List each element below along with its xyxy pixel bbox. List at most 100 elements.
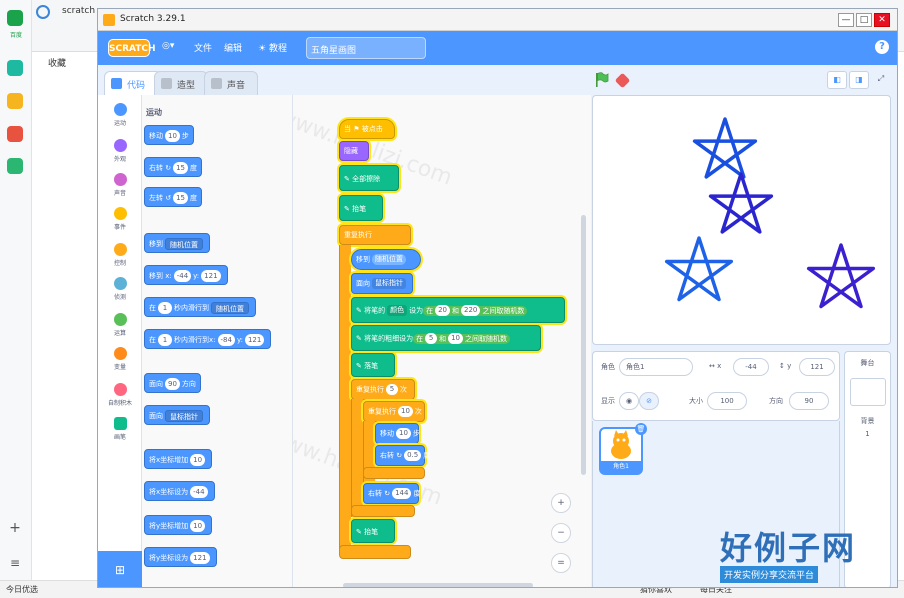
size-input[interactable]: 100 xyxy=(707,392,747,410)
menu-icon[interactable]: ≡ xyxy=(7,556,23,572)
palette-block-point-towards[interactable]: 面向 鼠标指针 xyxy=(144,405,210,425)
block-dropdown[interactable]: 随机位置 xyxy=(372,254,406,265)
category-events[interactable]: 事件 xyxy=(98,203,142,237)
project-title-input[interactable]: 五角星画图 xyxy=(306,37,426,59)
stage-thumbnail[interactable] xyxy=(849,378,886,406)
block-dropdown[interactable]: 鼠标指针 xyxy=(165,410,203,422)
category-operators[interactable]: 运算 xyxy=(98,309,142,343)
palette-block-glide-xy[interactable]: 在 1 秒内滑行到x: -84 y: 121 xyxy=(144,329,272,349)
script-horizontal-scrollbar[interactable] xyxy=(343,583,533,587)
script-block-hide[interactable]: 隐藏 xyxy=(339,141,369,161)
sprite-name-input[interactable]: 角色1 xyxy=(619,358,693,376)
game-icon[interactable] xyxy=(7,126,23,142)
block-input[interactable]: 5 xyxy=(425,333,438,344)
green-flag-icon[interactable] xyxy=(595,72,609,88)
sprite-thumbnail[interactable]: 角色1 🗑 xyxy=(599,423,647,475)
palette-block-goto-xy[interactable]: 移到 x: -44 y: 121 xyxy=(144,265,228,285)
category-control[interactable]: 控制 xyxy=(98,239,142,273)
random-operator[interactable]: 在 20 和 220 之间取随机数 xyxy=(423,305,528,316)
category-motion[interactable]: 运动 xyxy=(98,99,142,133)
block-input[interactable]: 20 xyxy=(435,305,451,316)
block-input[interactable]: 5 xyxy=(386,384,398,395)
tab-costumes[interactable]: 造型 xyxy=(154,71,208,95)
close-button[interactable]: ✕ xyxy=(874,13,890,27)
block-input[interactable]: 121 xyxy=(190,552,210,564)
add-icon[interactable]: + xyxy=(7,520,23,536)
show-visible-toggle[interactable]: ◉ xyxy=(619,392,639,410)
category-sensing[interactable]: 侦测 xyxy=(98,273,142,307)
script-area[interactable]: www.haolizi.com www.haolizi.com www.haol… xyxy=(293,95,591,587)
menu-tutorials[interactable]: ☀ 教程 xyxy=(258,41,287,54)
fullscreen-icon[interactable]: ⤢ xyxy=(871,71,891,89)
script-block-point-towards[interactable]: 面向 鼠标指针 xyxy=(351,273,413,294)
palette-block-turn-left[interactable]: 左转 ↺ 15 度 xyxy=(144,187,203,207)
hide-visible-toggle[interactable]: ⊘ xyxy=(639,392,659,410)
script-block-move[interactable]: 移动 10 步 xyxy=(375,423,420,444)
block-input[interactable]: 1 xyxy=(158,334,172,346)
tab-sounds[interactable]: 声音 xyxy=(204,71,258,95)
zoom-out-button[interactable]: − xyxy=(551,523,571,543)
palette-block-glide[interactable]: 在 1 秒内滑行到 随机位置 xyxy=(144,297,256,317)
block-input[interactable]: 10 xyxy=(190,454,206,466)
block-input[interactable]: 144 xyxy=(392,488,412,499)
maximize-button[interactable]: □ xyxy=(856,13,872,27)
block-input[interactable]: 90 xyxy=(165,378,180,390)
script-block-repeat-5[interactable]: 重复执行 5 次 xyxy=(351,379,415,400)
bookmark-item[interactable]: 收藏 xyxy=(48,56,66,69)
category-my-blocks[interactable]: 自制积木 xyxy=(98,379,142,413)
zoom-in-button[interactable]: + xyxy=(551,493,571,513)
script-block-repeat-10[interactable]: 重复执行 10 次 xyxy=(363,401,425,422)
block-input[interactable]: 121 xyxy=(201,270,221,282)
language-globe-icon[interactable]: ◎▾ xyxy=(162,41,174,51)
app-icon[interactable] xyxy=(7,60,23,76)
trash-icon[interactable]: 🗑 xyxy=(635,423,647,435)
script-block-clear[interactable]: ✎ 全部擦除 xyxy=(339,165,399,191)
script-block-set-pen-color[interactable]: ✎ 将笔的 颜色 设为在 20 和 220 之间取随机数 xyxy=(351,297,565,323)
script-block-pen-up-2[interactable]: ✎ 抬笔 xyxy=(351,519,395,543)
stop-icon[interactable] xyxy=(614,72,631,89)
browser-tab[interactable]: scratch xyxy=(62,6,95,22)
script-block-pen-down[interactable]: ✎ 落笔 xyxy=(351,353,395,377)
script-block-turn-right-144[interactable]: 右转 ↻ 144 度 xyxy=(363,483,420,504)
block-input[interactable]: 10 xyxy=(396,428,411,439)
block-dropdown[interactable]: 颜色 xyxy=(387,305,408,316)
script-block-forever[interactable]: 重复执行 xyxy=(339,225,411,245)
status-item[interactable]: 今日优选 xyxy=(6,584,38,595)
palette-block-point-direction[interactable]: 面向 90 方向 xyxy=(144,373,201,393)
large-stage-button[interactable]: ◨ xyxy=(849,71,869,89)
palette-block-turn-right[interactable]: 右转 ↻ 15 度 xyxy=(144,157,203,177)
palette-block-move[interactable]: 移动 10 步 xyxy=(144,125,194,145)
script-block-set-pen-size[interactable]: ✎ 将笔的粗细设为在 5 和 10 之间取随机数 xyxy=(351,325,541,351)
block-dropdown[interactable]: 随机位置 xyxy=(211,302,249,314)
stage-canvas[interactable] xyxy=(592,95,891,345)
script-block-turn-right[interactable]: 右转 ↻ 0.5 度 xyxy=(375,445,430,466)
palette-block-set-x[interactable]: 将x坐标设为 -44 xyxy=(144,481,215,501)
block-input[interactable]: 121 xyxy=(244,334,265,346)
block-input[interactable]: 10 xyxy=(448,333,464,344)
star-icon[interactable] xyxy=(7,93,23,109)
scratch-logo[interactable]: SCRATCH xyxy=(108,39,156,57)
palette-block-change-x[interactable]: 将x坐标增加 10 xyxy=(144,449,213,469)
palette-block-goto[interactable]: 移到 随机位置 xyxy=(144,233,210,253)
palette-block-change-y[interactable]: 将y坐标增加 10 xyxy=(144,515,213,535)
y-input[interactable]: 121 xyxy=(799,358,835,376)
category-variables[interactable]: 变量 xyxy=(98,343,142,377)
mail-icon[interactable] xyxy=(7,158,23,174)
block-input[interactable]: 220 xyxy=(461,305,481,316)
block-input[interactable]: 10 xyxy=(165,130,180,142)
menu-file[interactable]: 文件 xyxy=(194,41,212,54)
block-input[interactable]: 0.5 xyxy=(404,450,422,461)
x-input[interactable]: -44 xyxy=(733,358,769,376)
palette-block-set-y[interactable]: 将y坐标设为 121 xyxy=(144,547,217,567)
browser-logo-icon[interactable] xyxy=(7,10,23,26)
block-input[interactable]: 10 xyxy=(190,520,206,532)
script-vertical-scrollbar[interactable] xyxy=(581,215,586,475)
block-input[interactable]: 10 xyxy=(398,406,413,417)
block-dropdown[interactable]: 鼠标指针 xyxy=(372,278,406,289)
direction-input[interactable]: 90 xyxy=(789,392,829,410)
category-looks[interactable]: 外观 xyxy=(98,135,142,169)
block-input[interactable]: 1 xyxy=(158,302,172,314)
help-icon[interactable]: ? xyxy=(875,40,889,54)
script-block-goto[interactable]: 移到 随机位置 xyxy=(351,249,421,270)
block-input[interactable]: 15 xyxy=(173,162,189,174)
